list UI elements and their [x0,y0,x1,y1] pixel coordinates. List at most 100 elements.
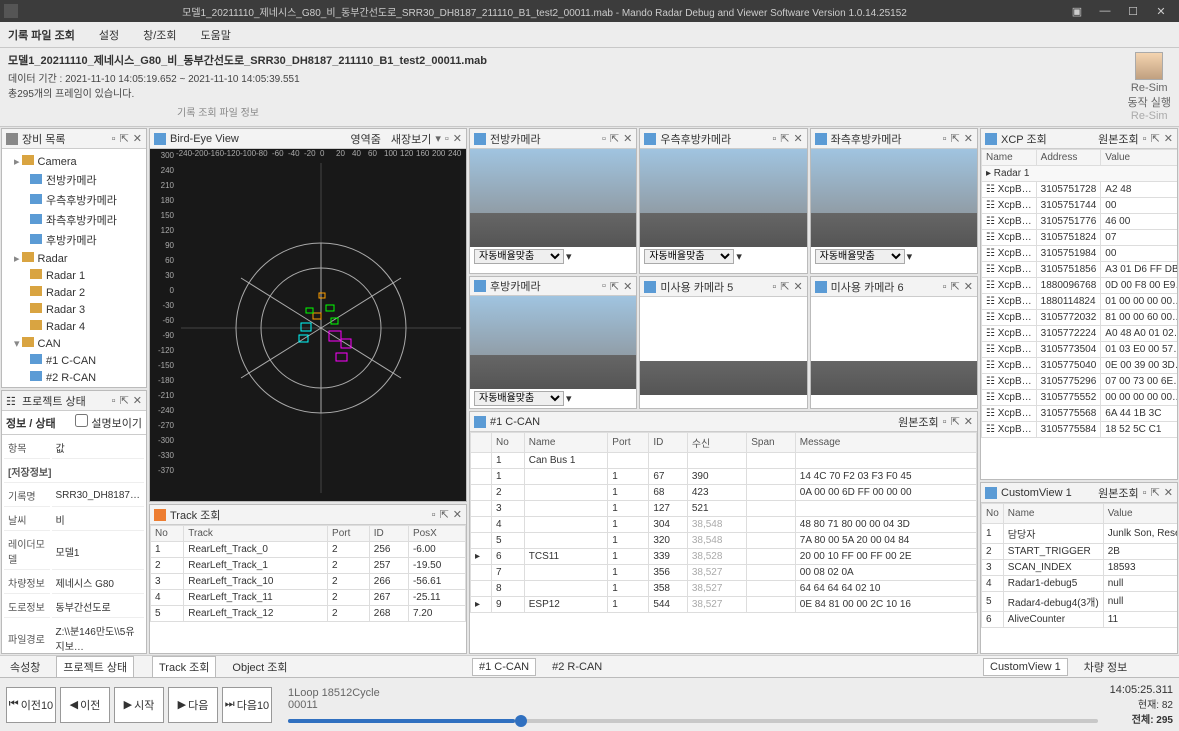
camera-feed [640,297,806,395]
cv-table[interactable]: NoNameValue단위1담당자Junlk Son, Research Eng… [981,503,1177,628]
groupbox-label: 기록 조회 파일 정보 [8,104,428,119]
tree-item[interactable]: ▸Camera [6,153,142,170]
camera-icon [644,281,656,293]
can-tab-footer: #1 C-CAN #2 R-CAN [468,655,979,677]
track-table[interactable]: NoTrackPortIDPosX1RearLeft_Track_02256-6… [150,525,466,622]
tree-item[interactable]: 우측후방카메라 [6,190,142,210]
tab-project[interactable]: 프로젝트 상태 [56,656,134,678]
maximize-button[interactable]: ☐ [1119,5,1147,18]
camera-icon [644,133,656,145]
panel-pin2-icon[interactable]: ⇱ [120,394,129,407]
panel-pin-icon[interactable]: ▫ [112,133,116,145]
close-button[interactable]: ✕ [1147,5,1175,18]
camera-zoom-select[interactable]: 자동배율맞춤 [474,249,564,264]
track-tab-footer: Track 조회 Object 조회 [148,655,468,677]
tree-item[interactable]: Radar 3 [6,301,142,318]
can-panel: #1 C-CAN 원본조회 ▫⇱✕ NoNamePortID수신SpanMess… [469,411,978,654]
tree-item[interactable]: Radar 4 [6,318,142,335]
file-name: 모델1_20211110_제네시스_G80_비_동부간선도로_SRR30_DH8… [8,52,1127,68]
customview-panel: CustomView 1 원본조회 ▫⇱✕ NoNameValue단위1담당자J… [980,482,1178,654]
can-table[interactable]: NoNamePortID수신SpanMessage1Can Bus 111673… [470,432,977,613]
camera-feed [470,149,636,247]
camera-panel: 우측후방카메라▫⇱✕자동배율맞춤 ▾ [639,128,807,274]
tab-cv[interactable]: CustomView 1 [983,658,1068,676]
camera-feed [470,296,636,389]
track-panel: Track 조회 ▫⇱✕ NoTrackPortIDPosX1RearLeft_… [149,504,467,654]
left-tab-footer: 속성창 프로젝트 상태 [0,655,148,677]
tree-item[interactable]: #1 C-CAN [6,352,142,369]
tree-item[interactable]: Radar 1 [6,267,142,284]
bev-zoom-btn[interactable]: 영역줌 [350,131,380,147]
player-bar: ⏮ 이전10◀ 이전▶ 시작▶ 다음⏭ 다음10 1Loop 18512Cycl… [0,677,1179,731]
bev-title: Bird-Eye View [170,133,239,145]
camera-panel: 좌측후방카메라▫⇱✕자동배율맞춤 ▾ [810,128,978,274]
bev-canvas[interactable]: 3002402101801501209060300-30-60-90-120-1… [150,149,466,501]
camera-icon [474,133,486,145]
data-period: 데이터 기간 : 2021-11-10 14:05:19.652 ~ 2021-… [8,70,1127,85]
project-title: 프로젝트 상태 [22,393,86,409]
tree-item[interactable]: #2 R-CAN [6,369,142,386]
tree-item[interactable]: ▸Radar [6,250,142,267]
tab-props[interactable]: 속성창 [4,657,46,677]
panel-close-icon[interactable]: ✕ [133,132,142,145]
camera-feed [811,297,977,395]
app-icon [4,4,18,18]
menu-tab-help[interactable]: 도움말 [201,27,231,43]
equipment-panel: 장비 목록 ▫ ⇱ ✕ ▸Camera전방카메라우측후방카메라좌측후방카메라후방… [1,128,147,388]
equipment-tree[interactable]: ▸Camera전방카메라우측후방카메라좌측후방카메라후방카메라▸RadarRad… [2,149,146,387]
resim-icon [1135,52,1163,80]
tree-item[interactable]: 좌측후방카메라 [6,210,142,230]
tree-item[interactable]: ▾CAN [6,335,142,352]
panel-close-icon[interactable]: ✕ [133,394,142,407]
menu-tab-main[interactable]: 기록 파일 조회 [8,27,75,43]
menu-tab-view[interactable]: 창/조회 [143,27,176,43]
menubar: 기록 파일 조회 설정 창/조회 도움말 [0,22,1179,48]
bev-panel: Bird-Eye View 영역줌 새장보기 ▾ ▫✕ 300240210180… [149,128,467,502]
play-다음[interactable]: ▶ 다음 [168,687,218,723]
cv-source-btn[interactable]: 원본조회 [1098,485,1138,501]
bev-reset-btn[interactable]: 새장보기 [391,131,431,147]
tab-ccan[interactable]: #1 C-CAN [472,658,536,676]
tree-item[interactable]: 전방카메라 [6,170,142,190]
cv-title: CustomView 1 [1001,487,1072,499]
camera-zoom-select[interactable]: 자동배율맞춤 [815,249,905,264]
project-panel: ☷ 프로젝트 상태 ▫ ⇱ ✕ 정보 / 상태 설명보이기 항목값 [저장정보]… [1,390,147,654]
track-icon [154,509,166,521]
project-icon: ☷ [6,395,18,407]
track-title: Track 조회 [170,507,220,523]
can-source-btn[interactable]: 원본조회 [898,414,938,430]
xcp-icon [985,133,997,145]
minimize-button[interactable]: — [1091,5,1119,17]
panel-pin-icon[interactable]: ▫ [112,395,116,407]
status-label: 정보 / 상태 [6,415,56,431]
workspace: 장비 목록 ▫ ⇱ ✕ ▸Camera전방카메라우측후방카메라좌측후방카메라후방… [0,127,1179,677]
bev-icon [154,133,166,145]
camera-zoom-select[interactable]: 자동배율맞춤 [644,249,734,264]
tab-track[interactable]: Track 조회 [152,656,216,678]
cv-icon [985,487,997,499]
xcp-source-btn[interactable]: 원본조회 [1098,131,1138,147]
panel-pin2-icon[interactable]: ⇱ [120,132,129,145]
tab-object[interactable]: Object 조회 [226,657,293,677]
play-이전[interactable]: ◀ 이전 [60,687,110,723]
tab-rcan[interactable]: #2 R-CAN [546,659,608,675]
can-icon [474,416,486,428]
toggle-desc[interactable]: 설명보이기 [75,414,142,431]
resim-button[interactable]: Re-Sim 동작 실행 Re-Sim [1127,52,1171,122]
play-이전10[interactable]: ⏮ 이전10 [6,687,56,723]
can-title: #1 C-CAN [490,416,540,428]
tree-item[interactable]: 후방카메라 [6,230,142,250]
menu-tab-settings[interactable]: 설정 [99,27,119,43]
menu-icon[interactable]: ▣ [1063,5,1091,18]
play-시작[interactable]: ▶ 시작 [114,687,164,723]
timeline[interactable]: 1Loop 18512Cycle00011 [288,687,1098,723]
equip-icon [6,133,18,145]
camera-panel: 미사용 카메라 5▫⇱✕ [639,276,807,409]
play-다음10[interactable]: ⏭ 다음10 [222,687,272,723]
info-band: 모델1_20211110_제네시스_G80_비_동부간선도로_SRR30_DH8… [0,48,1179,127]
tree-item[interactable]: Radar 2 [6,284,142,301]
tab-carinfo[interactable]: 차량 정보 [1078,657,1134,677]
clock: 14:05:25.311 현재: 82 전체: 295 [1110,684,1173,726]
xcp-table[interactable]: NameAddressValue▸ Radar 1☷ XcpB…31057517… [981,149,1177,438]
camera-zoom-select[interactable]: 자동배율맞춤 [474,391,564,406]
